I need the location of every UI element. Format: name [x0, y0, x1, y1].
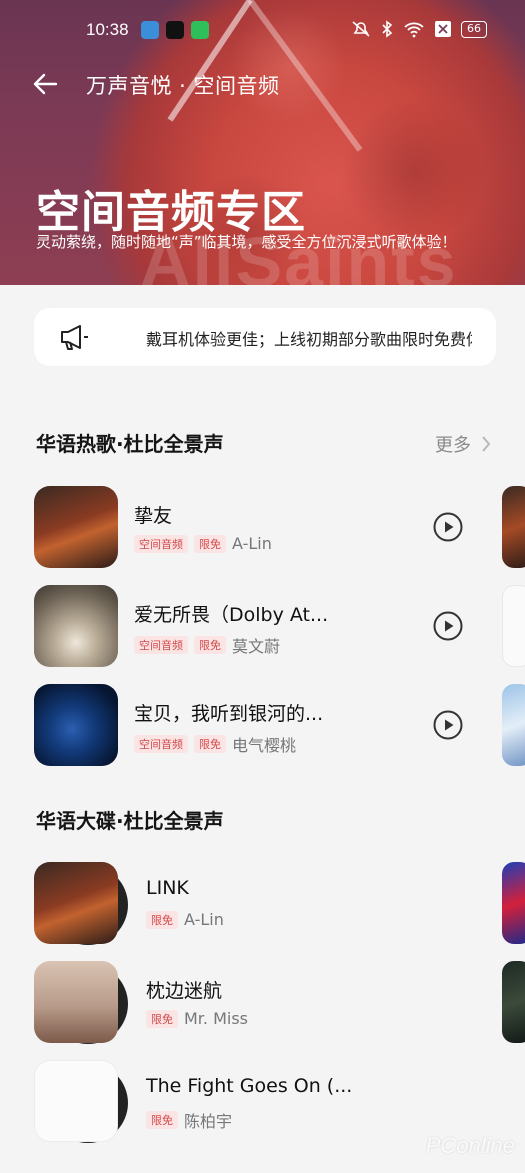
mute-icon: [352, 21, 370, 37]
hero-subtitle: 灵动萦绕，随时随地“声”临其境，感受全方位沉浸式听歌体验！: [36, 233, 457, 251]
album-artist: A-Lin: [184, 910, 224, 929]
page-title: 万声音悦 · 空间音频: [86, 74, 280, 98]
song-row[interactable]: 爱无所畏（Dolby At... 空间音频 限免 莫文蔚: [34, 585, 474, 667]
album-artist: Mr. Miss: [184, 1009, 249, 1028]
album-cover: [34, 684, 118, 766]
tag-free: 限免: [194, 735, 226, 753]
chevron-right-icon: [482, 436, 491, 452]
source-watermark: PConline: [425, 1133, 515, 1158]
status-bar: 10:38 66: [0, 0, 525, 60]
album-title: 枕边迷航: [146, 980, 223, 1002]
next-card-peek[interactable]: [502, 585, 525, 667]
song-meta: 空间音频 限免 莫文蔚: [134, 633, 280, 657]
song-title: 宝贝，我听到银河的...: [134, 703, 324, 725]
status-time: 10:38: [86, 20, 129, 39]
tag-spatial-audio: 空间音频: [134, 534, 188, 553]
album-artist: 陈柏宇: [184, 1112, 233, 1131]
album-cover: [34, 585, 118, 667]
album-meta: 限免 A-Lin: [146, 910, 224, 929]
bluetooth-icon: [382, 20, 393, 38]
play-icon[interactable]: [432, 610, 464, 642]
tag-free: 限免: [146, 910, 178, 929]
battery-indicator: 66: [461, 20, 487, 38]
section-title: 华语大碟·杜比全景声: [36, 809, 224, 833]
more-label: 更多: [435, 435, 471, 456]
tag-free: 限免: [146, 1111, 178, 1129]
song-meta: 空间音频 限免 A-Lin: [134, 534, 272, 553]
wifi-icon: [404, 22, 424, 38]
tag-free: 限免: [194, 636, 226, 654]
next-card-peek[interactable]: [502, 862, 525, 944]
song-artist: A-Lin: [232, 534, 272, 553]
album-meta: 限免 Mr. Miss: [146, 1009, 248, 1028]
song-artist: 电气樱桃: [232, 736, 297, 755]
album-meta: 限免 陈柏宇: [146, 1108, 232, 1132]
album-title: LINK: [146, 877, 189, 899]
album-cover: [34, 486, 118, 568]
play-icon[interactable]: [432, 511, 464, 543]
back-arrow-icon[interactable]: [30, 68, 62, 100]
song-row[interactable]: 挚友 空间音频 限免 A-Lin: [34, 486, 474, 568]
browser-app-icon: [141, 21, 159, 39]
next-card-peek[interactable]: [502, 961, 525, 1043]
section-title: 华语热歌·杜比全景声: [36, 432, 224, 456]
album-row[interactable]: LINK 限免 A-Lin: [34, 862, 474, 945]
song-title: 挚友: [134, 505, 173, 527]
album-row[interactable]: The Fight Goes On (... 限免 陈柏宇: [34, 1060, 474, 1143]
megaphone-icon: [61, 325, 88, 350]
next-card-peek[interactable]: [502, 684, 525, 766]
chat-app-icon: [191, 21, 209, 39]
song-artist: 莫文蔚: [232, 637, 281, 656]
album-title: The Fight Goes On (...: [146, 1075, 353, 1097]
tiktok-app-icon: [166, 21, 184, 39]
sim-off-icon: [435, 21, 451, 37]
song-row[interactable]: 宝贝，我听到银河的... 空间音频 限免 电气樱桃: [34, 684, 474, 766]
tag-spatial-audio: 空间音频: [134, 735, 188, 753]
tag-free: 限免: [146, 1009, 178, 1028]
notice-text: 戴耳机体验更佳；上线初期部分歌曲限时免费体: [146, 330, 472, 349]
song-meta: 空间音频 限免 电气樱桃: [134, 732, 296, 756]
album-cover: [34, 1060, 118, 1142]
more-button[interactable]: 更多: [435, 431, 491, 457]
next-card-peek[interactable]: [502, 486, 525, 568]
album-cover: [34, 862, 118, 944]
play-icon[interactable]: [432, 709, 464, 741]
status-icons: 66: [351, 20, 487, 38]
tag-spatial-audio: 空间音频: [134, 636, 188, 654]
album-cover: [34, 961, 118, 1043]
notice-bar[interactable]: 戴耳机体验更佳；上线初期部分歌曲限时免费体: [34, 308, 496, 366]
hero-banner: AllSaints 10:38 66 万声音悦 · 空间音频 空间音频专区 灵动…: [0, 0, 525, 285]
tag-free: 限免: [194, 534, 226, 553]
album-row[interactable]: 枕边迷航 限免 Mr. Miss: [34, 961, 474, 1044]
song-title: 爱无所畏（Dolby At...: [134, 604, 329, 626]
